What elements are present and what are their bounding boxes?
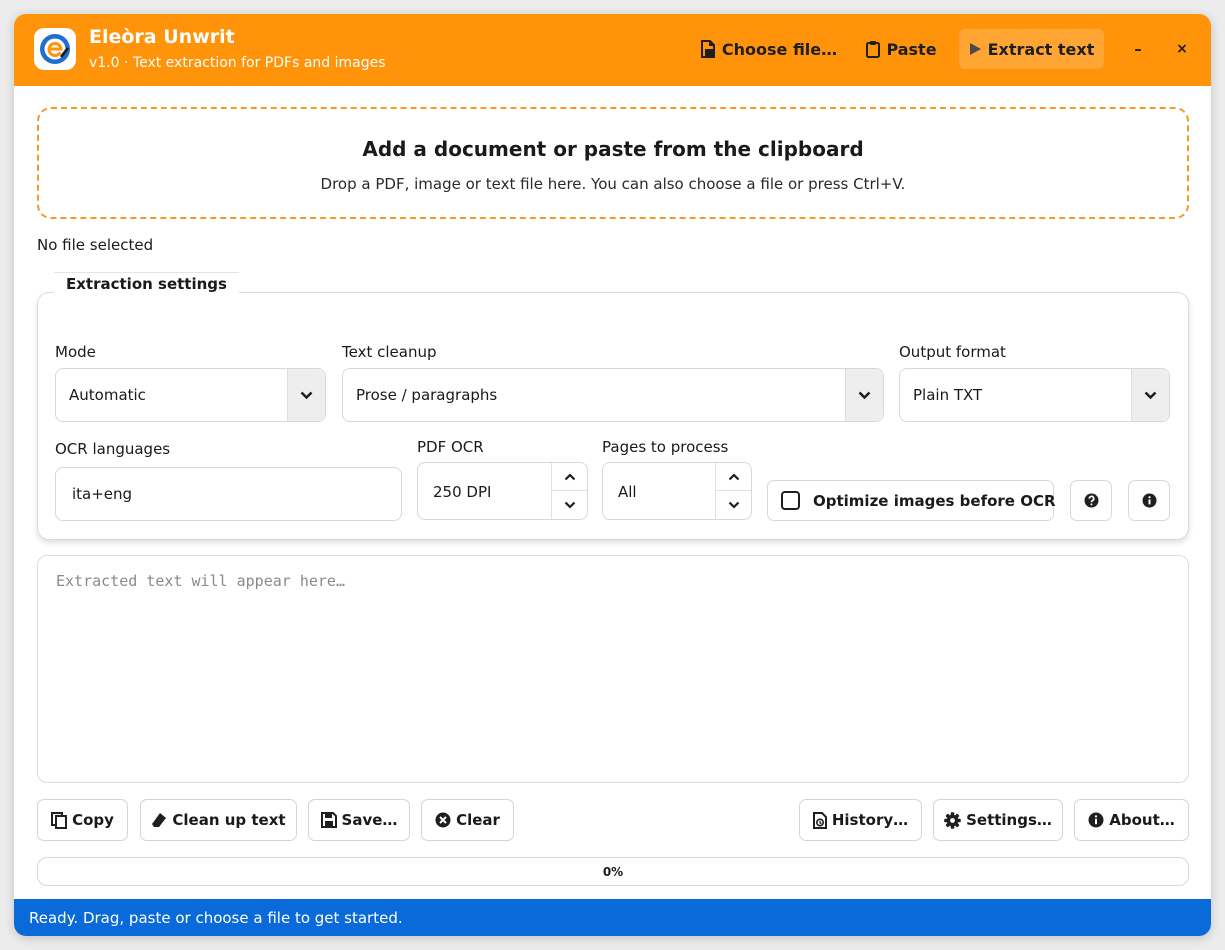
history-file-icon bbox=[812, 811, 827, 829]
output-format-value: Plain TXT bbox=[913, 386, 983, 404]
gear-icon bbox=[944, 811, 961, 829]
chevron-down-icon bbox=[1131, 369, 1169, 421]
text-cleanup-label: Text cleanup bbox=[342, 343, 437, 361]
question-circle-icon bbox=[1084, 493, 1098, 508]
pages-to-process-label: Pages to process bbox=[602, 438, 729, 456]
clear-label: Clear bbox=[456, 811, 500, 829]
pdf-ocr-value: 250 DPI bbox=[433, 483, 492, 501]
drop-zone[interactable]: Add a document or paste from the clipboa… bbox=[37, 107, 1189, 219]
extraction-settings-legend: Extraction settings bbox=[54, 272, 239, 298]
extract-text-button[interactable]: Extract text bbox=[959, 29, 1104, 69]
ocr-languages-label: OCR languages bbox=[55, 440, 171, 458]
chevron-up-icon[interactable] bbox=[551, 463, 587, 491]
copy-button[interactable]: Copy bbox=[37, 799, 128, 841]
mode-select[interactable]: Automatic bbox=[55, 368, 326, 422]
info-circle-icon bbox=[1142, 493, 1156, 508]
status-bar: Ready. Drag, paste or choose a file to g… bbox=[14, 899, 1211, 936]
app-window: Eleòra Unwrit v1.0 · Text extraction for… bbox=[14, 14, 1211, 936]
output-format-label: Output format bbox=[899, 343, 1006, 361]
checkbox-box[interactable] bbox=[781, 491, 800, 510]
text-cleanup-value: Prose / paragraphs bbox=[356, 386, 498, 404]
history-button[interactable]: History… bbox=[799, 799, 922, 841]
pdf-ocr-spinbox[interactable]: 250 DPI bbox=[417, 462, 588, 520]
extracted-text-area[interactable] bbox=[37, 555, 1189, 783]
mode-value: Automatic bbox=[69, 386, 146, 404]
about-button[interactable]: About… bbox=[1074, 799, 1189, 841]
app-logo-icon bbox=[34, 28, 76, 70]
app-title: Eleòra Unwrit bbox=[89, 26, 235, 48]
choose-file-label: Choose file… bbox=[721, 39, 838, 59]
copy-label: Copy bbox=[72, 811, 114, 829]
floppy-disk-icon bbox=[320, 812, 337, 828]
drop-zone-subtitle: Drop a PDF, image or text file here. You… bbox=[320, 175, 906, 193]
chevron-up-icon[interactable] bbox=[715, 463, 751, 491]
chevron-down-icon[interactable] bbox=[715, 491, 751, 519]
info-button[interactable] bbox=[1128, 480, 1170, 521]
minimize-button[interactable]: – bbox=[1124, 29, 1152, 69]
clean-up-text-label: Clean up text bbox=[172, 811, 286, 829]
close-button[interactable]: × bbox=[1168, 29, 1196, 69]
settings-label: Settings… bbox=[966, 811, 1052, 829]
pdf-ocr-label: PDF OCR bbox=[417, 438, 484, 456]
save-label: Save… bbox=[341, 811, 398, 829]
clipboard-icon bbox=[866, 41, 881, 58]
info-circle-icon bbox=[1088, 812, 1104, 828]
file-status: No file selected bbox=[37, 236, 154, 254]
optimize-images-checkbox[interactable]: Optimize images before OCR bbox=[767, 480, 1056, 521]
status-text: Ready. Drag, paste or choose a file to g… bbox=[29, 909, 403, 927]
title-bar[interactable]: Eleòra Unwrit v1.0 · Text extraction for… bbox=[14, 14, 1211, 86]
save-button[interactable]: Save… bbox=[308, 799, 410, 841]
output-format-select[interactable]: Plain TXT bbox=[899, 368, 1170, 422]
settings-button[interactable]: Settings… bbox=[933, 799, 1063, 841]
clean-up-text-button[interactable]: Clean up text bbox=[140, 799, 297, 841]
help-button[interactable] bbox=[1070, 480, 1112, 521]
pages-to-process-value: All bbox=[618, 483, 637, 501]
paste-label: Paste bbox=[886, 39, 937, 59]
app-subtitle: v1.0 · Text extraction for PDFs and imag… bbox=[89, 55, 386, 71]
extract-text-label: Extract text bbox=[987, 39, 1095, 59]
ocr-languages-input[interactable] bbox=[56, 468, 401, 520]
file-icon bbox=[700, 40, 715, 58]
optimize-images-label: Optimize images before OCR bbox=[813, 492, 1056, 510]
text-cleanup-select[interactable]: Prose / paragraphs bbox=[342, 368, 884, 422]
chevron-down-icon bbox=[845, 369, 883, 421]
extracted-text-input[interactable] bbox=[38, 556, 1188, 782]
circle-x-icon bbox=[435, 812, 451, 828]
ocr-languages-field[interactable] bbox=[55, 467, 402, 521]
history-label: History… bbox=[831, 811, 909, 829]
choose-file-button[interactable]: Choose file… bbox=[700, 29, 838, 69]
chevron-down-icon[interactable] bbox=[551, 491, 587, 519]
drop-zone-title: Add a document or paste from the clipboa… bbox=[362, 137, 864, 161]
progress-label: 0% bbox=[602, 865, 624, 879]
clear-button[interactable]: Clear bbox=[421, 799, 514, 841]
about-label: About… bbox=[1109, 811, 1175, 829]
paste-button[interactable]: Paste bbox=[864, 29, 939, 69]
copy-icon bbox=[51, 811, 68, 829]
chevron-down-icon bbox=[287, 369, 325, 421]
progress-bar: 0% bbox=[37, 857, 1189, 886]
mode-label: Mode bbox=[55, 343, 96, 361]
play-icon bbox=[969, 43, 981, 55]
eraser-icon bbox=[152, 813, 167, 827]
pages-to-process-spinbox[interactable]: All bbox=[602, 462, 752, 520]
